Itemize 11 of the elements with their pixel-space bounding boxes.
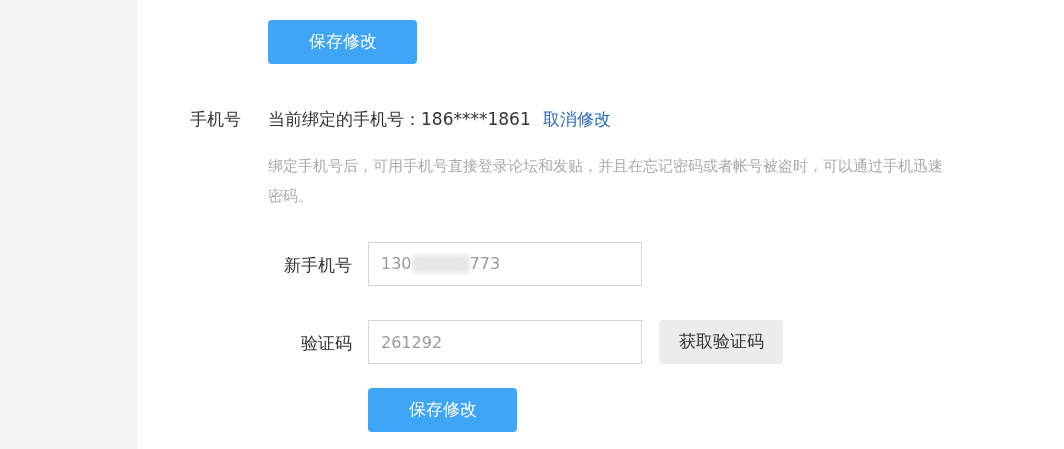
- save-button[interactable]: 保存修改: [268, 20, 417, 64]
- current-phone-text: 当前绑定的手机号：186****1861: [268, 108, 531, 131]
- save-button[interactable]: 保存修改: [368, 388, 517, 432]
- new-phone-field[interactable]: 130 773: [368, 242, 642, 286]
- code-label: 验证码: [300, 332, 352, 355]
- new-phone-label: 新手机号: [283, 254, 352, 277]
- get-code-button[interactable]: 获取验证码: [659, 320, 783, 364]
- cancel-link[interactable]: 取消修改: [542, 107, 611, 133]
- phone-label: 手机号: [190, 108, 241, 131]
- description-text: 绑定手机号后，可用手机号直接登录论坛和发贴，并且在忘记密码或者帐号被盗时，可以通过手机迅速 密码。: [268, 156, 943, 207]
- code-field[interactable]: 261292: [368, 320, 642, 364]
